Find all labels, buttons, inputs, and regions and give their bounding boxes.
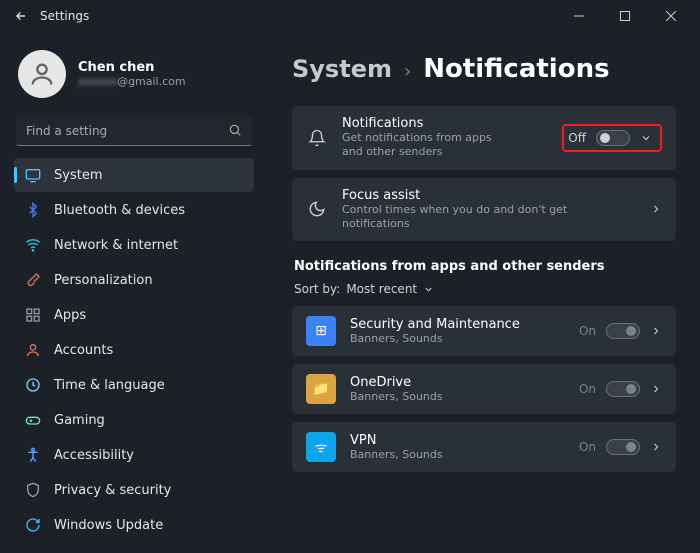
app-title: Security and Maintenance — [350, 317, 565, 332]
sort-value: Most recent — [346, 282, 417, 296]
close-button[interactable] — [648, 0, 694, 32]
main-content: System › Notifications Notifications Get… — [262, 32, 700, 553]
sidebar-item-label: Privacy & security — [54, 483, 171, 498]
toggle-state: Off — [568, 131, 586, 145]
sidebar-item-label: Apps — [54, 308, 86, 323]
profile-email: xxxxxx@gmail.com — [78, 75, 186, 88]
breadcrumb-parent[interactable]: System — [292, 55, 392, 83]
app-toggle[interactable] — [606, 381, 640, 397]
sidebar-item-gaming[interactable]: Gaming — [14, 403, 254, 437]
page-title: Notifications — [423, 54, 609, 84]
back-button[interactable] — [6, 1, 36, 31]
bell-icon — [306, 129, 328, 147]
display-icon — [24, 166, 42, 184]
chevron-down-icon[interactable] — [640, 132, 652, 144]
sidebar-item-label: Personalization — [54, 273, 153, 288]
app-title: VPN — [350, 433, 565, 448]
sidebar-item-privacy-security[interactable]: Privacy & security — [14, 473, 254, 507]
person-icon — [24, 341, 42, 359]
sidebar-item-label: Gaming — [54, 413, 105, 428]
toggle-state: On — [579, 324, 596, 338]
card-subtitle: Control times when you do and don't get … — [342, 203, 636, 232]
card-title: Focus assist — [342, 188, 636, 203]
chevron-right-icon[interactable] — [650, 203, 662, 215]
chevron-right-icon[interactable] — [650, 441, 662, 453]
sidebar-item-bluetooth-devices[interactable]: Bluetooth & devices — [14, 193, 254, 227]
chevron-right-icon[interactable] — [650, 383, 662, 395]
sidebar: Chen chen xxxxxx@gmail.com System Bluetoo… — [0, 32, 262, 553]
apps-icon — [24, 306, 42, 324]
card-title: Notifications — [342, 116, 548, 131]
app-subtitle: Banners, Sounds — [350, 332, 565, 346]
sidebar-item-label: Accounts — [54, 343, 113, 358]
sidebar-item-label: Network & internet — [54, 238, 178, 253]
sort-label: Sort by: — [294, 282, 340, 296]
sidebar-item-system[interactable]: System — [14, 158, 254, 192]
window-title: Settings — [40, 9, 89, 23]
clock-icon — [24, 376, 42, 394]
moon-icon — [306, 200, 328, 218]
app-toggle[interactable] — [606, 323, 640, 339]
notifications-toggle[interactable] — [596, 130, 630, 146]
sidebar-item-personalization[interactable]: Personalization — [14, 263, 254, 297]
update-icon — [24, 516, 42, 534]
highlight-box: Off — [562, 124, 662, 152]
app-toggle[interactable] — [606, 439, 640, 455]
card-subtitle: Get notifications from apps and other se… — [342, 131, 492, 160]
sidebar-item-label: Accessibility — [54, 448, 134, 463]
shield-icon — [24, 481, 42, 499]
maximize-button[interactable] — [602, 0, 648, 32]
wifi-icon — [24, 236, 42, 254]
app-card[interactable]: 📁 OneDriveBanners, Sounds On — [292, 364, 676, 414]
sidebar-item-network-internet[interactable]: Network & internet — [14, 228, 254, 262]
accessibility-icon — [24, 446, 42, 464]
search-box[interactable] — [16, 116, 252, 146]
section-header: Notifications from apps and other sender… — [294, 259, 676, 274]
toggle-state: On — [579, 382, 596, 396]
minimize-button[interactable] — [556, 0, 602, 32]
nav-list: System Bluetooth & devices Network & inter… — [14, 158, 254, 542]
app-card[interactable]: ᯤ VPNBanners, Sounds On — [292, 422, 676, 472]
app-card[interactable]: ⊞ Security and MaintenanceBanners, Sounds… — [292, 306, 676, 356]
sidebar-item-apps[interactable]: Apps — [14, 298, 254, 332]
focus-assist-card[interactable]: Focus assist Control times when you do a… — [292, 178, 676, 242]
sidebar-item-time-language[interactable]: Time & language — [14, 368, 254, 402]
app-title: OneDrive — [350, 375, 565, 390]
chevron-right-icon: › — [404, 61, 411, 82]
gamepad-icon — [24, 411, 42, 429]
sort-control[interactable]: Sort by: Most recent — [294, 282, 676, 296]
brush-icon — [24, 271, 42, 289]
app-icon: 📁 — [306, 374, 336, 404]
search-icon — [228, 123, 242, 137]
app-icon: ᯤ — [306, 432, 336, 462]
bluetooth-icon — [24, 201, 42, 219]
sidebar-item-windows-update[interactable]: Windows Update — [14, 508, 254, 542]
sidebar-item-label: Bluetooth & devices — [54, 203, 185, 218]
sidebar-item-label: System — [54, 168, 102, 183]
profile-name: Chen chen — [78, 60, 186, 75]
app-subtitle: Banners, Sounds — [350, 448, 565, 462]
avatar — [18, 50, 66, 98]
notifications-card[interactable]: Notifications Get notifications from app… — [292, 106, 676, 170]
sidebar-item-accounts[interactable]: Accounts — [14, 333, 254, 367]
toggle-state: On — [579, 440, 596, 454]
app-icon: ⊞ — [306, 316, 336, 346]
profile-block[interactable]: Chen chen xxxxxx@gmail.com — [14, 44, 254, 112]
chevron-down-icon — [423, 284, 434, 295]
sidebar-item-label: Time & language — [54, 378, 165, 393]
app-subtitle: Banners, Sounds — [350, 390, 565, 404]
chevron-right-icon[interactable] — [650, 325, 662, 337]
search-input[interactable] — [16, 116, 252, 146]
sidebar-item-label: Windows Update — [54, 518, 163, 533]
sidebar-item-accessibility[interactable]: Accessibility — [14, 438, 254, 472]
breadcrumb: System › Notifications — [292, 54, 676, 84]
